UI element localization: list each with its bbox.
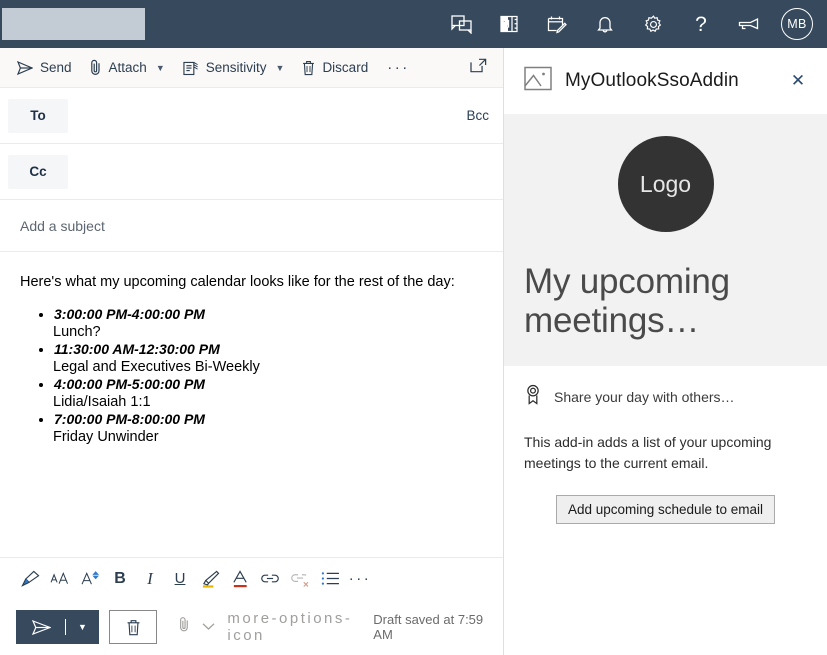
message-body[interactable]: Here's what my upcoming calendar looks l… [0, 252, 503, 557]
teams-chat-icon[interactable] [437, 0, 485, 48]
sensitivity-icon [183, 61, 198, 75]
format-painter-icon[interactable] [16, 565, 44, 593]
settings-gear-icon[interactable] [629, 0, 677, 48]
meeting-name: Friday Unwinder [53, 429, 159, 445]
bold-icon[interactable]: B [106, 565, 134, 593]
more-options-icon[interactable]: more-options-icon [223, 610, 363, 644]
font-color-icon[interactable] [226, 565, 254, 593]
pop-out-icon[interactable] [460, 58, 497, 78]
recipient-fields: To Bcc Cc Add a subject [0, 88, 503, 252]
discard-button[interactable] [108, 610, 158, 644]
addin-body: Share your day with others… This add-in … [504, 366, 827, 524]
more-commands-button[interactable]: ··· [377, 52, 420, 84]
compose-pane: Send Attach ▼ Sensitivity ▼ Discard ··· … [0, 48, 503, 655]
sensitivity-command[interactable]: Sensitivity ▼ [174, 52, 294, 84]
bcc-toggle-link[interactable]: Bcc [466, 108, 489, 123]
send-button[interactable]: ▼ [16, 610, 99, 644]
more-formatting-icon[interactable]: ··· [346, 565, 374, 593]
addin-logo: Logo [617, 136, 714, 232]
subject-placeholder: Add a subject [20, 217, 105, 234]
italic-icon[interactable]: I [136, 565, 164, 593]
meeting-time: 7:00:00 PM-8:00:00 PM [54, 411, 205, 427]
draft-status-text: Draft saved at 7:59 AM [373, 612, 484, 642]
meeting-time: 11:30:00 AM-12:30:00 PM [54, 341, 220, 357]
help-glyph: ? [695, 12, 707, 36]
close-icon[interactable]: ✕ [783, 66, 813, 96]
meeting-name: Legal and Executives Bi-Weekly [53, 359, 260, 375]
attachment-group: more-options-icon [175, 610, 363, 644]
avatar[interactable]: MB [773, 0, 821, 48]
meeting-time: 3:00:00 PM-4:00:00 PM [54, 306, 205, 322]
addin-hero-title: My upcoming meetings… [524, 262, 730, 341]
subject-field-row[interactable]: Add a subject [0, 200, 503, 252]
send-command-label: Send [40, 60, 72, 75]
highlight-icon[interactable] [196, 565, 224, 593]
image-placeholder-icon [524, 66, 552, 96]
onenote-icon[interactable]: N [485, 0, 533, 48]
feedback-megaphone-icon[interactable] [725, 0, 773, 48]
send-bar: ▼ more-options-icon Draft saved at 7:59 … [0, 599, 503, 655]
avatar-initials: MB [781, 8, 813, 40]
tasks-icon[interactable] [533, 0, 581, 48]
addin-header: MyOutlookSsoAddin ✕ [504, 48, 827, 114]
compose-toolbar: Send Attach ▼ Sensitivity ▼ Discard ··· [0, 48, 503, 88]
bulleted-list-icon[interactable] [316, 565, 344, 593]
discard-command[interactable]: Discard [293, 52, 377, 84]
add-schedule-button[interactable]: Add upcoming schedule to email [555, 494, 776, 524]
send-options-chevron-icon[interactable]: ▼ [66, 622, 99, 632]
meeting-time: 4:00:00 PM-5:00:00 PM [54, 376, 205, 392]
svg-text:N: N [502, 19, 509, 29]
send-plane-icon [16, 619, 65, 635]
addin-feature-row: Share your day with others… [524, 384, 807, 410]
trash-icon [303, 60, 315, 75]
list-item: 3:00:00 PM-4:00:00 PM Lunch? [53, 306, 483, 340]
header-icon-group: N ? MB [437, 0, 821, 48]
remove-link-icon[interactable] [286, 565, 314, 593]
list-item: 7:00:00 PM-8:00:00 PM Friday Unwinder [53, 411, 483, 445]
suite-header: N ? MB [0, 0, 827, 48]
notifications-bell-icon[interactable] [581, 0, 629, 48]
search-input[interactable] [2, 8, 145, 40]
formatting-toolbar: B I U ··· [0, 557, 503, 599]
meeting-name: Lidia/Isaiah 1:1 [53, 394, 151, 410]
chevron-down-icon: ▼ [275, 62, 285, 73]
ribbon-badge-icon [524, 384, 542, 410]
addin-description: This add-in adds a list of your upcoming… [524, 434, 772, 471]
to-field-row[interactable]: To Bcc [0, 88, 503, 144]
addin-hero: Logo My upcoming meetings… [504, 114, 827, 367]
insert-link-icon[interactable] [256, 565, 284, 593]
addin-action-wrap: Add upcoming schedule to email [524, 494, 807, 524]
outlook-compose-window: N ? MB Send Attach ▼ Sensitivity ▼ Disca… [0, 0, 827, 655]
attach-command-label: Attach [108, 60, 147, 75]
attach-chevron-icon[interactable] [198, 618, 219, 636]
discard-command-label: Discard [322, 60, 369, 75]
font-grow-icon[interactable] [76, 565, 104, 593]
list-item: 11:30:00 AM-12:30:00 PM Legal and Execut… [53, 341, 483, 375]
cc-field-row[interactable]: Cc [0, 144, 503, 200]
chevron-down-icon: ▼ [155, 62, 165, 73]
addin-title: MyOutlookSsoAddin [565, 70, 739, 91]
underline-icon[interactable]: U [166, 565, 194, 593]
sensitivity-command-label: Sensitivity [205, 60, 267, 75]
cc-field-label[interactable]: Cc [8, 154, 68, 189]
send-plane-icon [17, 60, 33, 75]
send-command[interactable]: Send [8, 52, 81, 84]
to-field-label[interactable]: To [8, 98, 68, 133]
attach-icon[interactable] [175, 616, 194, 638]
attach-command[interactable]: Attach ▼ [81, 52, 174, 84]
paperclip-icon [90, 59, 100, 75]
addin-feature-label: Share your day with others… [554, 389, 735, 406]
addin-panel: MyOutlookSsoAddin ✕ Logo My upcoming mee… [503, 48, 827, 655]
trash-icon [127, 619, 140, 635]
list-item: 4:00:00 PM-5:00:00 PM Lidia/Isaiah 1:1 [53, 376, 483, 410]
help-icon[interactable]: ? [677, 0, 725, 48]
meeting-name: Lunch? [53, 324, 101, 340]
font-size-icon[interactable] [46, 565, 74, 593]
body-intro-text: Here's what my upcoming calendar looks l… [20, 274, 455, 290]
meeting-list: 3:00:00 PM-4:00:00 PM Lunch? 11:30:00 AM… [53, 306, 483, 445]
